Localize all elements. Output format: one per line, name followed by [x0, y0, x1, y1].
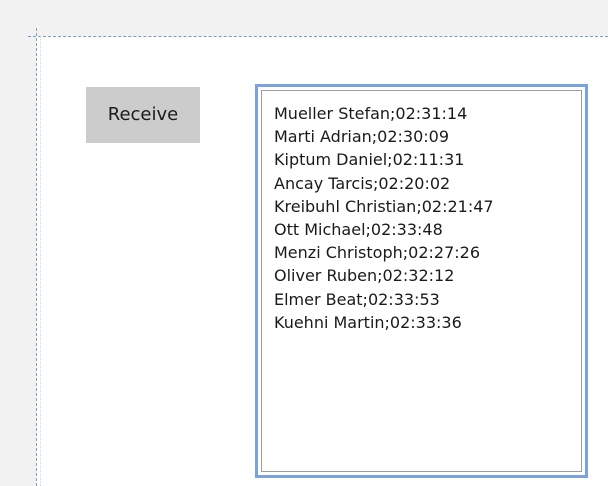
list-item[interactable]: Elmer Beat;02:33:53 — [274, 288, 581, 311]
designer-guide-vertical — [36, 28, 37, 486]
list-item[interactable]: Kiptum Daniel;02:11:31 — [274, 148, 581, 171]
list-item[interactable]: Mueller Stefan;02:31:14 — [274, 102, 581, 125]
list-item[interactable]: Kreibuhl Christian;02:21:47 — [274, 195, 581, 218]
list-item[interactable]: Marti Adrian;02:30:09 — [274, 125, 581, 148]
receive-button[interactable]: Receive — [86, 87, 200, 143]
list-item[interactable]: Kuehni Martin;02:33:36 — [274, 311, 581, 334]
designer-guide-margin — [40, 36, 41, 486]
list-item[interactable]: Oliver Ruben;02:32:12 — [274, 264, 581, 287]
results-listbox-viewport: Mueller Stefan;02:31:14 Marti Adrian;02:… — [261, 90, 582, 472]
list-item[interactable]: Ancay Tarcis;02:20:02 — [274, 172, 581, 195]
results-list: Mueller Stefan;02:31:14 Marti Adrian;02:… — [262, 91, 581, 334]
list-item[interactable]: Menzi Christoph;02:27:26 — [274, 241, 581, 264]
list-item[interactable]: Ott Michael;02:33:48 — [274, 218, 581, 241]
designer-guide-horizontal — [28, 36, 608, 37]
results-listbox[interactable]: Mueller Stefan;02:31:14 Marti Adrian;02:… — [255, 84, 588, 478]
